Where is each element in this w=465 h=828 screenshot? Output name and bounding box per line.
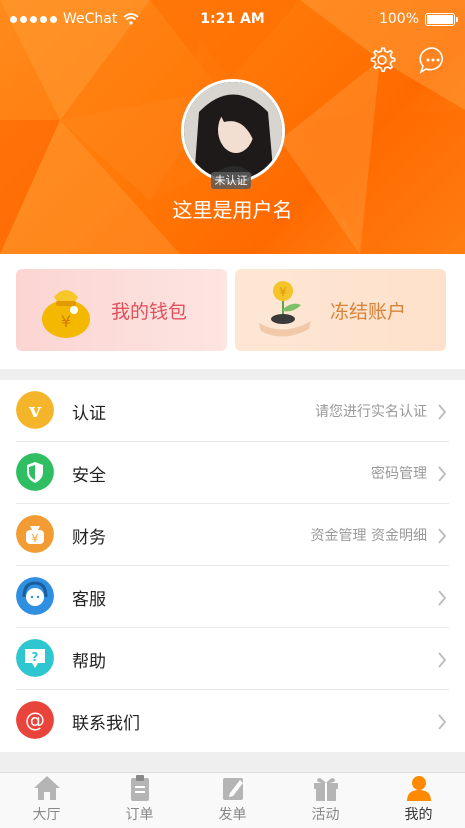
menu-label: 认证 (72, 403, 106, 424)
svg-text:v: v (28, 398, 42, 422)
chevron-right-icon (438, 466, 447, 482)
menu-hint: 请您进行实名认证 (315, 404, 427, 420)
menu-label: 财务 (72, 527, 106, 548)
menu-hint: 密码管理 (371, 466, 427, 482)
coin-plant-hand-icon: ¥ (259, 281, 311, 337)
chevron-right-icon (438, 404, 447, 420)
tab-label: 发单 (218, 807, 247, 823)
signal-icon (10, 15, 57, 23)
menu-item-customer-service[interactable]: 客服 (0, 566, 465, 628)
home-icon (33, 776, 60, 800)
customer-service-icon (16, 577, 54, 615)
svg-text:¥: ¥ (279, 285, 287, 299)
username: 这里是用户名 (172, 198, 293, 222)
tab-bar: 大厅 订单 发单 活动 我的 (0, 772, 465, 828)
verify-v-icon: v (16, 391, 54, 429)
clipboard-icon (130, 775, 149, 801)
my-wallet-card[interactable]: ¥ 我的钱包 (16, 269, 227, 351)
svg-text:@: @ (25, 708, 45, 732)
edit-icon (222, 778, 243, 800)
my-wallet-label: 我的钱包 (111, 300, 188, 323)
chevron-right-icon (438, 590, 447, 606)
menu-label: 帮助 (72, 651, 106, 672)
carrier-label: WeChat (63, 11, 118, 27)
svg-text:?: ? (32, 650, 39, 664)
battery-icon (425, 12, 458, 26)
at-sign-icon: @ (16, 701, 54, 739)
gear-icon[interactable] (367, 45, 397, 75)
menu-label: 联系我们 (72, 713, 140, 734)
tab-label: 我的 (404, 807, 433, 823)
tab-orders[interactable]: 订单 (93, 773, 186, 828)
avatar[interactable] (181, 79, 285, 183)
shield-icon (16, 453, 54, 491)
menu-item-help[interactable]: ? 帮助 (0, 628, 465, 690)
svg-text:¥: ¥ (61, 312, 71, 331)
chat-bubble-icon[interactable] (418, 45, 448, 75)
tab-label: 大厅 (32, 807, 61, 823)
tab-label: 活动 (311, 807, 340, 823)
tab-mine[interactable]: 我的 (372, 773, 465, 828)
status-bar: WeChat 1:21 AM 100% (0, 0, 465, 38)
battery-percent: 100% (378, 11, 419, 27)
tab-post-order[interactable]: 发单 (186, 773, 279, 828)
menu-label: 客服 (72, 589, 106, 610)
verification-badge: 未认证 (211, 172, 251, 189)
wallet-cards: ¥ 我的钱包 ¥ 冻结账户 (0, 254, 465, 369)
menu-label: 安全 (72, 465, 106, 486)
gift-icon (313, 778, 338, 801)
tab-label: 订单 (125, 807, 154, 823)
menu-item-finance[interactable]: ¥ 财务 资金管理 资金明细 (0, 504, 465, 566)
menu-item-security[interactable]: 安全 密码管理 (0, 442, 465, 504)
chevron-right-icon (438, 528, 447, 544)
chevron-right-icon (438, 652, 447, 668)
help-icon: ? (16, 639, 54, 677)
menu-hint: 资金管理 资金明细 (310, 528, 427, 544)
frozen-account-label: 冻结账户 (330, 300, 407, 323)
person-icon (406, 776, 431, 801)
svg-text:¥: ¥ (32, 532, 39, 545)
profile-header: WeChat 1:21 AM 100% 未认证 这里是用户名 (0, 0, 465, 254)
menu-item-contact-us[interactable]: @ 联系我们 (0, 690, 465, 752)
frozen-account-card[interactable]: ¥ 冻结账户 (235, 269, 446, 351)
money-bag-icon: ¥ (16, 515, 54, 553)
tab-lobby[interactable]: 大厅 (0, 773, 93, 828)
menu-item-verification[interactable]: v 认证 请您进行实名认证 (0, 380, 465, 442)
chevron-right-icon (438, 714, 447, 730)
settings-menu: v 认证 请您进行实名认证 安全 密码管理 ¥ 财务 资金管理 资金明细 客服 … (0, 380, 465, 752)
tab-activities[interactable]: 活动 (279, 773, 372, 828)
money-bag-icon: ¥ (42, 290, 90, 338)
wifi-icon (123, 13, 139, 25)
